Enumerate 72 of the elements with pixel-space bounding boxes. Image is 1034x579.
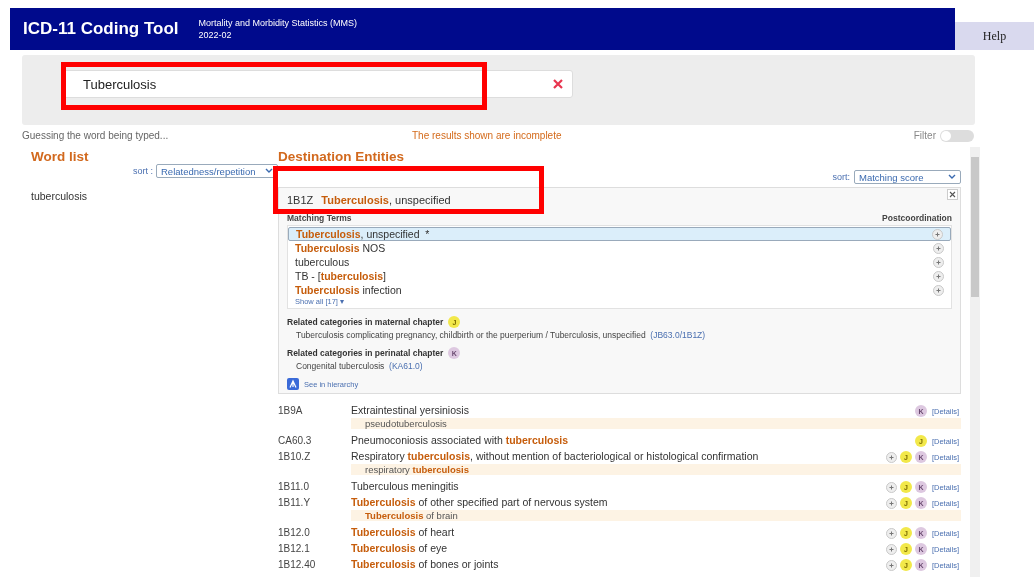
plus-icon[interactable] — [885, 451, 897, 463]
postcoordination-heading: Postcoordination — [882, 213, 952, 223]
matching-term[interactable]: Tuberculosis, unspecified * — [288, 227, 951, 241]
chevron-icon — [948, 174, 956, 180]
close-button[interactable] — [947, 189, 958, 200]
entity-title[interactable]: Tuberculosis of other specified part of nervous system — [351, 495, 886, 508]
entity-code: 1B9A — [278, 404, 304, 416]
app-title: ICD-11 Coding Tool — [23, 19, 179, 39]
entity-code: 1B10.Z — [278, 450, 312, 462]
plus-icon[interactable] — [885, 527, 897, 539]
entity-title[interactable]: Tuberculosis of bones or joints — [351, 557, 886, 570]
incomplete-notice: The results shown are incomplete — [412, 130, 563, 141]
term-text: Tuberculosis, unspecified * — [296, 228, 430, 240]
clear-icon[interactable] — [552, 78, 564, 90]
word-item[interactable]: tuberculosis — [31, 190, 278, 202]
sort-label: sort : — [133, 166, 153, 176]
classification-name: Mortality and Morbidity Statistics (MMS) — [198, 17, 358, 29]
chevron-icon — [265, 168, 273, 174]
term-text: TB - [tuberculosis] — [295, 270, 387, 282]
close-icon — [949, 191, 956, 198]
plus-icon[interactable] — [933, 242, 944, 254]
destination-heading: Destination Entities — [278, 149, 405, 164]
entity-title[interactable]: Tuberculosis of eye — [351, 541, 886, 554]
synonym-text: Tuberculosis of brain — [351, 510, 961, 521]
typing-hint: Guessing the word being typed... — [22, 130, 170, 141]
plus-icon[interactable] — [932, 228, 943, 240]
synonym-text: respiratory tuberculosis — [351, 464, 961, 475]
entity-title[interactable]: Pneumoconiosis associated with tuberculosis — [351, 433, 915, 446]
matching-term[interactable]: TB - [tuberculosis] — [288, 269, 951, 283]
entity-title[interactable]: Tuberculosis, unspecified — [321, 194, 451, 206]
plus-icon[interactable] — [885, 497, 897, 509]
entity-title[interactable]: Respiratory tuberculosis, without mention of bacteriological or histological confirmation — [351, 449, 886, 462]
code-link[interactable]: (JB63.0/1B1Z) — [650, 330, 706, 340]
matching-term[interactable]: tuberculous — [288, 255, 951, 269]
term-text: Tuberculosis infection — [295, 284, 402, 296]
version-label: 2022-02 — [198, 29, 233, 41]
filter-label: Filter — [913, 130, 936, 141]
plus-icon[interactable] — [885, 481, 897, 493]
entity-title[interactable]: Tuberculous meningitis — [351, 479, 886, 492]
help-button[interactable]: Help — [955, 22, 1034, 50]
related-heading: Related categories in perinatal chapter — [287, 348, 444, 358]
entity-code: 1B11.0 — [278, 480, 310, 492]
entity-code: CA60.3 — [278, 434, 313, 446]
plus-icon[interactable] — [933, 284, 944, 296]
plus-icon[interactable] — [885, 559, 897, 571]
entity-title[interactable]: Tuberculosis of heart — [351, 525, 886, 538]
matching-term[interactable]: Tuberculosis NOS — [288, 241, 951, 255]
synonym-text: pseudotuberculosis — [351, 418, 961, 429]
sort-label: sort: — [832, 172, 850, 182]
entity-code: 1B12.0 — [278, 526, 311, 538]
entity-code: 1B11.Y — [278, 496, 312, 508]
plus-icon[interactable] — [933, 270, 944, 282]
term-text: Tuberculosis NOS — [295, 242, 386, 254]
related-heading: Related categories in maternal chapter — [287, 317, 444, 327]
entity-title[interactable]: Extraintestinal yersiniosis — [351, 403, 915, 416]
terms-heading: Matching Terms — [287, 213, 352, 223]
entity-code: 1B12.40 — [278, 558, 317, 570]
plus-icon[interactable] — [885, 543, 897, 555]
sort-dropdown[interactable]: Relatedness/repetition — [156, 164, 278, 178]
related-category: Congenital tuberculosis (KA61.0) — [295, 361, 424, 371]
related-category: Tuberculosis complicating pregnancy, childbirth or the puerperium / Tuberculosis, unspecified (JB63.0/1B1Z) — [295, 330, 707, 340]
entity-code: 1B1Z — [287, 194, 314, 206]
scrollbar[interactable] — [970, 147, 980, 577]
plus-icon[interactable] — [933, 256, 944, 268]
word-list-heading: Word list — [31, 149, 90, 164]
sort-dropdown[interactable]: Matching score — [854, 170, 961, 184]
entity-code: 1B12.1 — [278, 542, 311, 554]
filter-toggle[interactable] — [940, 129, 974, 142]
code-link[interactable]: (KA61.0) — [389, 361, 423, 371]
term-text: tuberculous — [295, 256, 350, 268]
hierarchy-icon[interactable] — [287, 378, 299, 390]
matching-term[interactable]: Tuberculosis infection — [288, 283, 951, 297]
